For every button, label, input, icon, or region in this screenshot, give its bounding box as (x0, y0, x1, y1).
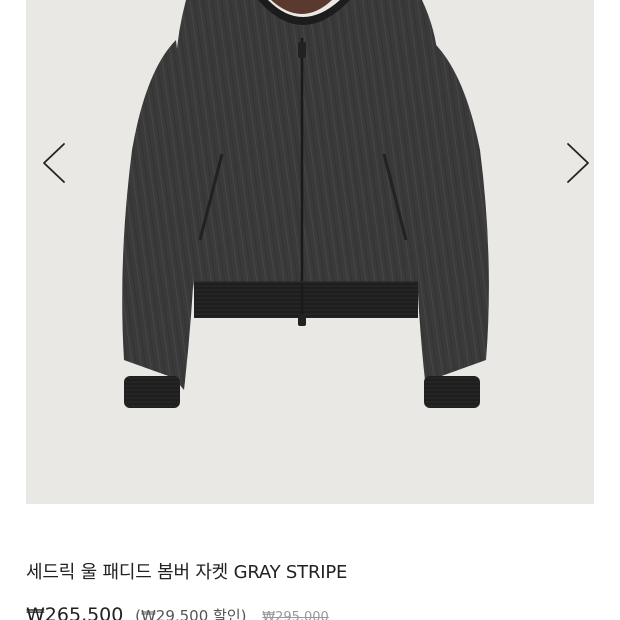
product-image-gallery[interactable] (26, 0, 594, 504)
chevron-left-icon[interactable] (40, 138, 80, 190)
price-row: ₩265,500 (₩29,500 할인) ₩295,000 (26, 604, 329, 620)
discount-amount: (₩29,500 할인) (135, 607, 247, 620)
product-title: 세드릭 울 패디드 봄버 자켓 GRAY STRIPE (26, 562, 348, 583)
current-price: ₩265,500 (26, 604, 124, 620)
chevron-right-icon[interactable] (552, 138, 592, 190)
product-page: 세드릭 울 패디드 봄버 자켓 GRAY STRIPE ₩265,500 (₩2… (0, 0, 620, 620)
product-image (122, 0, 489, 408)
original-price: ₩295,000 (262, 610, 329, 620)
